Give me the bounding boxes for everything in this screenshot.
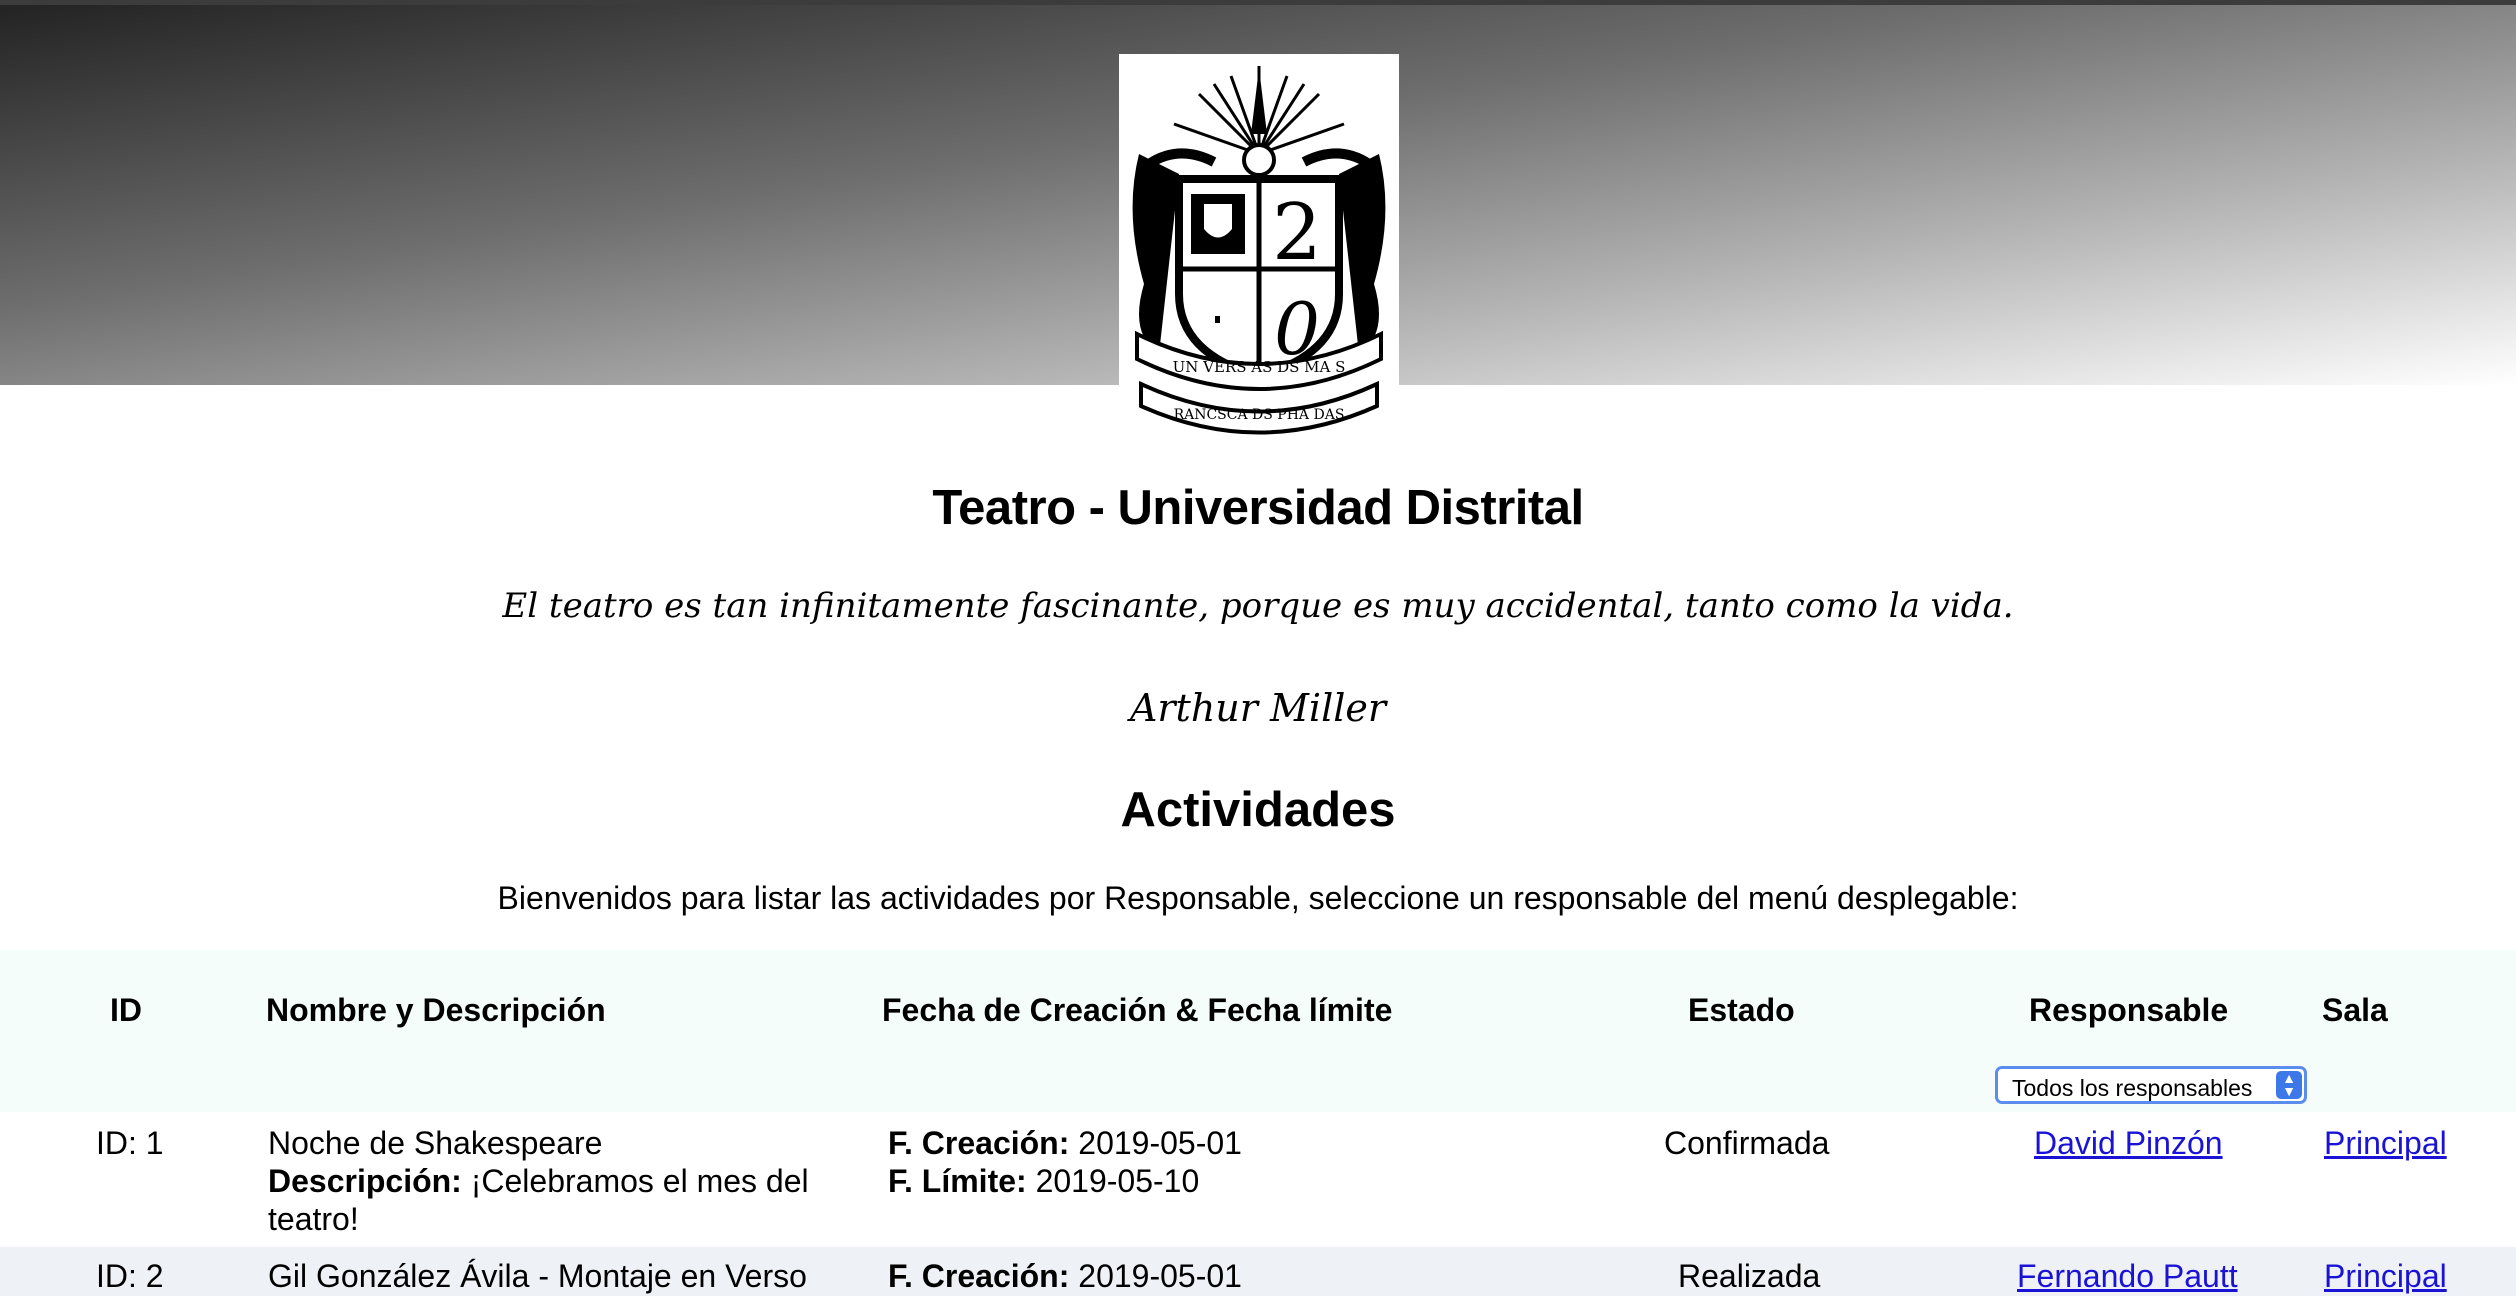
created-date: 2019-05-01 bbox=[1078, 1125, 1242, 1161]
table-row: ID: 2 Gil González Ávila - Montaje en Ve… bbox=[0, 1247, 2516, 1296]
responsible-link[interactable]: David Pinzón bbox=[2034, 1124, 2223, 1162]
row-dates: F. Creación: 2019-05-01 F. Límite: 2019-… bbox=[888, 1124, 1242, 1200]
svg-text:2: 2 bbox=[1272, 188, 1322, 278]
room-link[interactable]: Principal bbox=[2324, 1257, 2447, 1295]
column-header-name: Nombre y Descripción bbox=[266, 992, 606, 1028]
row-id: ID: 2 bbox=[96, 1258, 164, 1294]
chevron-updown-icon: ▲ ▼ bbox=[2276, 1071, 2302, 1099]
university-logo: 2 0 UN VERS AS DS MA S RANCSCA DS PHA DA… bbox=[1119, 54, 1399, 439]
responsible-link[interactable]: Fernando Pautt bbox=[2017, 1257, 2238, 1295]
column-header-id: ID bbox=[110, 992, 142, 1028]
logo-motto-top: UN VERS AS DS MA S bbox=[1173, 358, 1346, 376]
quote-text: El teatro es tan infinitamente fascinant… bbox=[502, 586, 2014, 626]
table-row: ID: 1 Noche de Shakespeare Descripción: … bbox=[0, 1112, 2516, 1247]
deadline-label: F. Límite: bbox=[888, 1163, 1027, 1199]
description-label: Descripción: bbox=[268, 1163, 462, 1199]
row-id: ID: 1 bbox=[96, 1125, 164, 1161]
coat-of-arms-icon: 2 0 UN VERS AS DS MA S RANCSCA DS PHA DA… bbox=[1132, 66, 1386, 435]
column-header-dates: Fecha de Creación & Fecha límite bbox=[882, 992, 1393, 1028]
row-dates: F. Creación: 2019-05-01 bbox=[888, 1257, 1242, 1295]
column-header-responsible: Responsable bbox=[2029, 992, 2229, 1028]
intro-text: Bienvenidos para listar las actividades … bbox=[497, 880, 2019, 916]
activity-name: Noche de Shakespeare bbox=[268, 1125, 603, 1161]
column-header-status: Estado bbox=[1688, 992, 1795, 1028]
logo-motto-bottom: RANCSCA DS PHA DAS bbox=[1174, 407, 1345, 423]
row-name-description: Noche de Shakespeare Descripción: ¡Celeb… bbox=[268, 1124, 828, 1238]
section-title: Actividades bbox=[1120, 783, 1396, 837]
room-link[interactable]: Principal bbox=[2324, 1124, 2447, 1162]
quote-author: Arthur Miller bbox=[1129, 686, 1387, 730]
column-header-room: Sala bbox=[2322, 992, 2388, 1028]
row-status: Realizada bbox=[1678, 1258, 1821, 1294]
row-status: Confirmada bbox=[1664, 1125, 1830, 1161]
deadline-date: 2019-05-10 bbox=[1035, 1163, 1200, 1199]
created-date: 2019-05-01 bbox=[1078, 1258, 1242, 1294]
created-label: F. Creación: bbox=[888, 1258, 1070, 1294]
page-title: Teatro - Universidad Distrital bbox=[932, 481, 1584, 535]
activity-name: Gil González Ávila - Montaje en Verso bbox=[268, 1258, 807, 1294]
responsible-filter-value: Todos los responsables bbox=[2012, 1075, 2253, 1101]
responsible-filter-select[interactable]: Todos los responsables ▲ ▼ bbox=[1995, 1066, 2307, 1104]
created-label: F. Creación: bbox=[888, 1125, 1070, 1161]
